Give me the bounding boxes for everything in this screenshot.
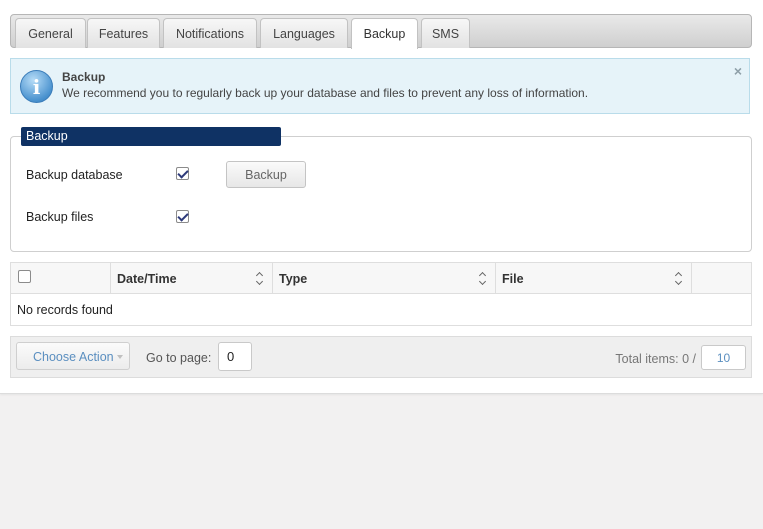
backup-files-checkbox[interactable] [176, 210, 189, 223]
tab-label: Notifications [175, 26, 245, 41]
tab-label: Features [98, 26, 149, 41]
backup-records-grid: Date/Time Type File No records found [10, 262, 752, 326]
backup-legend: Backup [21, 127, 281, 146]
page-size-selector[interactable]: 10 [701, 345, 746, 370]
column-label: File [502, 272, 524, 286]
tab-backup[interactable]: Backup [351, 18, 418, 49]
column-header-file[interactable]: File [496, 263, 692, 294]
tab-label: SMS [431, 26, 460, 41]
grid-pager: Choose Action Go to page: Total items: 0… [10, 336, 752, 378]
goto-page-label: Go to page: [146, 351, 212, 365]
notice-title: Backup [62, 70, 106, 84]
select-all-column [11, 263, 111, 294]
select-all-checkbox[interactable] [18, 270, 31, 283]
tab-sms[interactable]: SMS [421, 18, 470, 48]
tab-languages[interactable]: Languages [260, 18, 348, 48]
empty-message: No records found [17, 303, 113, 317]
backup-database-checkbox[interactable] [176, 167, 189, 180]
total-items-label: Total items: 0 / [615, 352, 696, 366]
tab-features[interactable]: Features [87, 18, 160, 48]
choose-action-dropdown[interactable]: Choose Action [16, 342, 130, 370]
backup-database-label: Backup database [26, 168, 123, 182]
choose-action-label: Choose Action [33, 350, 114, 364]
info-notice: i Backup We recommend you to regularly b… [10, 58, 750, 114]
tab-notifications[interactable]: Notifications [163, 18, 257, 48]
column-label: Type [279, 272, 308, 286]
tab-label: Languages [273, 26, 335, 41]
notice-text: We recommend you to regularly back up yo… [62, 86, 589, 100]
tab-label: General [28, 26, 73, 41]
sort-icon [479, 273, 487, 285]
backup-fieldset [10, 136, 752, 252]
grid-header: Date/Time Type File [11, 263, 751, 294]
goto-page-input[interactable] [218, 342, 252, 371]
column-header-datetime[interactable]: Date/Time [111, 263, 273, 294]
info-icon: i [20, 70, 53, 103]
actions-column [692, 263, 751, 294]
sort-icon [256, 273, 264, 285]
tab-general[interactable]: General [15, 18, 86, 48]
caret-down-icon [117, 355, 123, 359]
backup-files-label: Backup files [26, 210, 94, 224]
settings-page: General Features Notifications Languages… [0, 0, 763, 394]
sort-icon [675, 273, 683, 285]
backup-button[interactable]: Backup [226, 161, 306, 188]
column-header-type[interactable]: Type [273, 263, 496, 294]
column-label: Date/Time [117, 272, 177, 286]
close-icon[interactable]: × [734, 63, 742, 79]
settings-tab-bar: General Features Notifications Languages… [10, 14, 752, 49]
tab-label: Backup [363, 27, 406, 41]
